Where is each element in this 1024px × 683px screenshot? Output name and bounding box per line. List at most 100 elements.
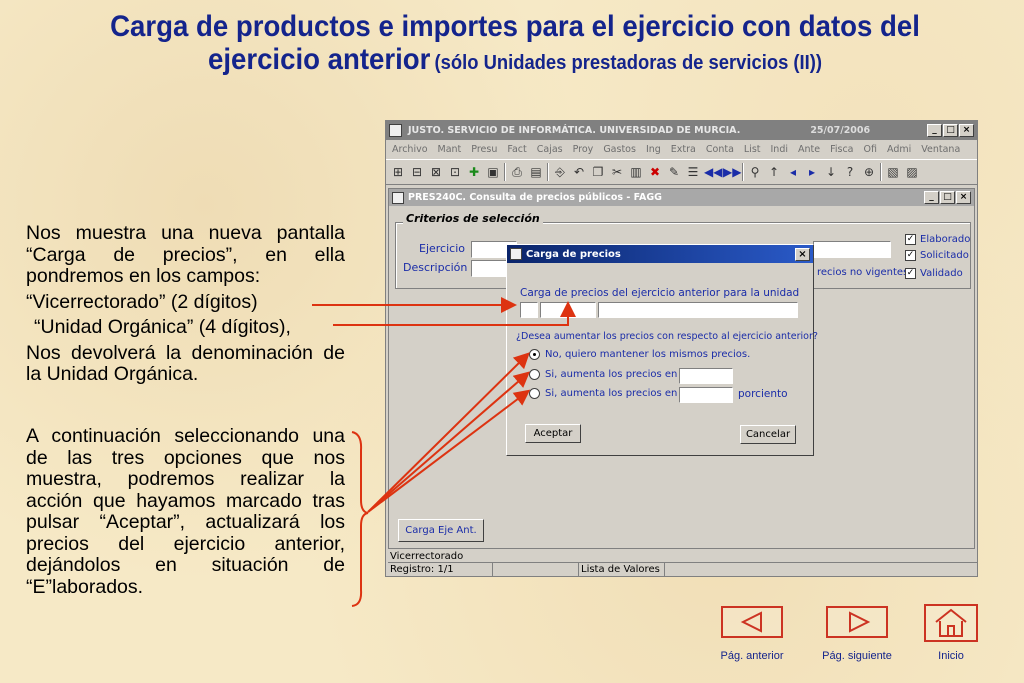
descripcion-field[interactable] (471, 260, 511, 277)
check-solicitado-label: Solicitado (920, 250, 969, 261)
dialog-close-button[interactable]: × (795, 247, 810, 261)
count-icon[interactable]: ⊡ (447, 164, 463, 180)
arrow-right-icon[interactable]: ▸ (804, 164, 820, 180)
menu-item-extra[interactable]: Extra (671, 144, 696, 155)
menu-item-ante[interactable]: Ante (798, 144, 820, 155)
aceptar-button[interactable]: Aceptar (525, 424, 581, 443)
menu-item-ventana[interactable]: Ventana (921, 144, 960, 155)
radio-icon (529, 369, 540, 380)
menu-item-list[interactable]: List (744, 144, 761, 155)
app-titlebar: JUSTO. SERVICIO DE INFORMÁTICA. UNIVERSI… (386, 121, 977, 140)
instructions-block-2: A continuación seleccionando una de las … (26, 425, 345, 598)
copy-icon[interactable]: ❐ (590, 164, 606, 180)
home-button[interactable] (924, 604, 978, 642)
help-icon[interactable]: ? (842, 164, 858, 180)
separator (880, 163, 882, 181)
prev-page-button[interactable] (721, 606, 783, 638)
separator (547, 163, 549, 181)
cancelar-button[interactable]: Cancelar (740, 425, 796, 444)
radio-selected-icon (529, 349, 540, 360)
form-icon[interactable]: ▨ (904, 164, 920, 180)
slide-title: Carga de productos e importes para el ej… (96, 10, 933, 76)
menu-item-indi[interactable]: Indi (771, 144, 789, 155)
cancel-query-icon[interactable]: ⊠ (428, 164, 444, 180)
menu-item-fact[interactable]: Fact (507, 144, 526, 155)
check-elaborado[interactable]: ✓ Elaborado (905, 234, 970, 245)
menu-item-conta[interactable]: Conta (706, 144, 734, 155)
printer-icon[interactable]: ▤ (528, 164, 544, 180)
menu-item-mant[interactable]: Mant (438, 144, 462, 155)
menu-item-proy[interactable]: Proy (573, 144, 594, 155)
menu-item-cajas[interactable]: Cajas (537, 144, 563, 155)
vicerrectorado-field[interactable] (520, 302, 538, 318)
dialog-icon (510, 248, 522, 260)
arrow-left-icon[interactable]: ◂ (785, 164, 801, 180)
list-icon[interactable]: ☰ (685, 164, 701, 180)
home-nav[interactable]: Inicio (922, 604, 980, 662)
cut-icon[interactable]: ✂ (609, 164, 625, 180)
unidad-denominacion-field (598, 302, 798, 318)
menu-item-ing[interactable]: Ing (646, 144, 661, 155)
option-aumentar-importe[interactable]: Si, aumenta los precios en (529, 369, 677, 380)
menu-item-gastos[interactable]: Gastos (603, 144, 636, 155)
importe-field[interactable] (679, 368, 733, 384)
prev-page-label: Pág. anterior (720, 650, 784, 662)
query-icon[interactable]: ⊞ (390, 164, 406, 180)
menu-item-admi[interactable]: Admi (887, 144, 911, 155)
print-icon[interactable]: ⎙ (509, 164, 525, 180)
unidad-label: Carga de precios del ejercicio anterior … (520, 287, 800, 299)
precios-no-vigentes-label: recios no vigentes (817, 267, 909, 278)
arrow-up-icon[interactable]: ↑ (766, 164, 782, 180)
paste-icon[interactable]: ▥ (628, 164, 644, 180)
next-page-button[interactable] (826, 606, 888, 638)
delete-icon[interactable]: ✖ (647, 164, 663, 180)
status-field-name: Vicerrectorado (388, 550, 977, 563)
carga-eje-ant-button[interactable]: Carga Eje Ant. (398, 519, 484, 542)
menu-item-archivo[interactable]: Archivo (392, 144, 428, 155)
maximize-button[interactable]: □ (943, 124, 958, 137)
close-button[interactable]: × (959, 124, 974, 137)
child-close-button[interactable]: × (956, 191, 971, 204)
option-no-aumentar[interactable]: No, quiero mantener los mismos precios. (529, 349, 750, 360)
option-aumentar-porcentaje[interactable]: Si, aumenta los precios en un (529, 388, 693, 399)
first-record-icon[interactable]: ◀◀ (704, 164, 722, 180)
question-label: ¿Desea aumentar los precios con respecto… (516, 331, 818, 342)
dialog-titlebar: Carga de precios × (507, 245, 813, 263)
check-solicitado[interactable]: ✓ Solicitado (905, 250, 969, 261)
menu-item-presu[interactable]: Presu (471, 144, 497, 155)
separator (742, 163, 744, 181)
unidad-organica-field[interactable] (540, 302, 596, 318)
exit-icon[interactable]: ⎆ (552, 164, 568, 180)
triangle-right-icon (849, 611, 871, 633)
toolbar: ⊞ ⊟ ⊠ ⊡ ✚ ▣ ⎙ ▤ ⎆ ↶ ❐ ✂ ▥ ✖ ✎ ☰ ◀◀ ▶▶ ⚲ … (386, 159, 977, 185)
para-new-screen: Nos muestra una nueva pantalla “Carga de… (26, 222, 345, 287)
check-validado[interactable]: ✓ Validado (905, 268, 963, 279)
ejercicio-label: Ejercicio (419, 242, 465, 255)
menu-item-fisca[interactable]: Fisca (830, 144, 853, 155)
save-icon[interactable]: ▣ (485, 164, 501, 180)
porcentaje-field[interactable] (679, 387, 733, 403)
hidden-field[interactable] (813, 241, 891, 258)
insert-icon[interactable]: ✚ (466, 164, 482, 180)
prev-page-nav[interactable]: Pág. anterior (718, 606, 786, 662)
child-maximize-button[interactable]: □ (940, 191, 955, 204)
undo-icon[interactable]: ↶ (571, 164, 587, 180)
edit-icon[interactable]: ✎ (666, 164, 682, 180)
search-icon[interactable]: ⚲ (747, 164, 763, 180)
menu-item-ofi[interactable]: Ofi (864, 144, 877, 155)
arrow-down-icon[interactable]: ↓ (823, 164, 839, 180)
last-record-icon[interactable]: ▶▶ (723, 164, 741, 180)
title-line-1: Carga de productos e importes para el ej… (110, 10, 920, 43)
descripcion-label: Descripción (403, 261, 468, 274)
next-page-nav[interactable]: Pág. siguiente (822, 606, 892, 662)
check-elaborado-label: Elaborado (920, 234, 971, 245)
minimize-button[interactable]: _ (927, 124, 942, 137)
carga-precios-dialog: Carga de precios × Carga de precios del … (506, 244, 818, 456)
option-aumentar-porcentaje-label: Si, aumenta los precios en un (545, 388, 694, 399)
home-label: Inicio (938, 650, 964, 662)
child-minimize-button[interactable]: _ (924, 191, 939, 204)
clipboard-icon[interactable]: ▧ (885, 164, 901, 180)
zoom-icon[interactable]: ⊕ (861, 164, 877, 180)
execute-icon[interactable]: ⊟ (409, 164, 425, 180)
para-unidad-organica: “Unidad Orgánica” (4 dígitos), (34, 316, 291, 338)
